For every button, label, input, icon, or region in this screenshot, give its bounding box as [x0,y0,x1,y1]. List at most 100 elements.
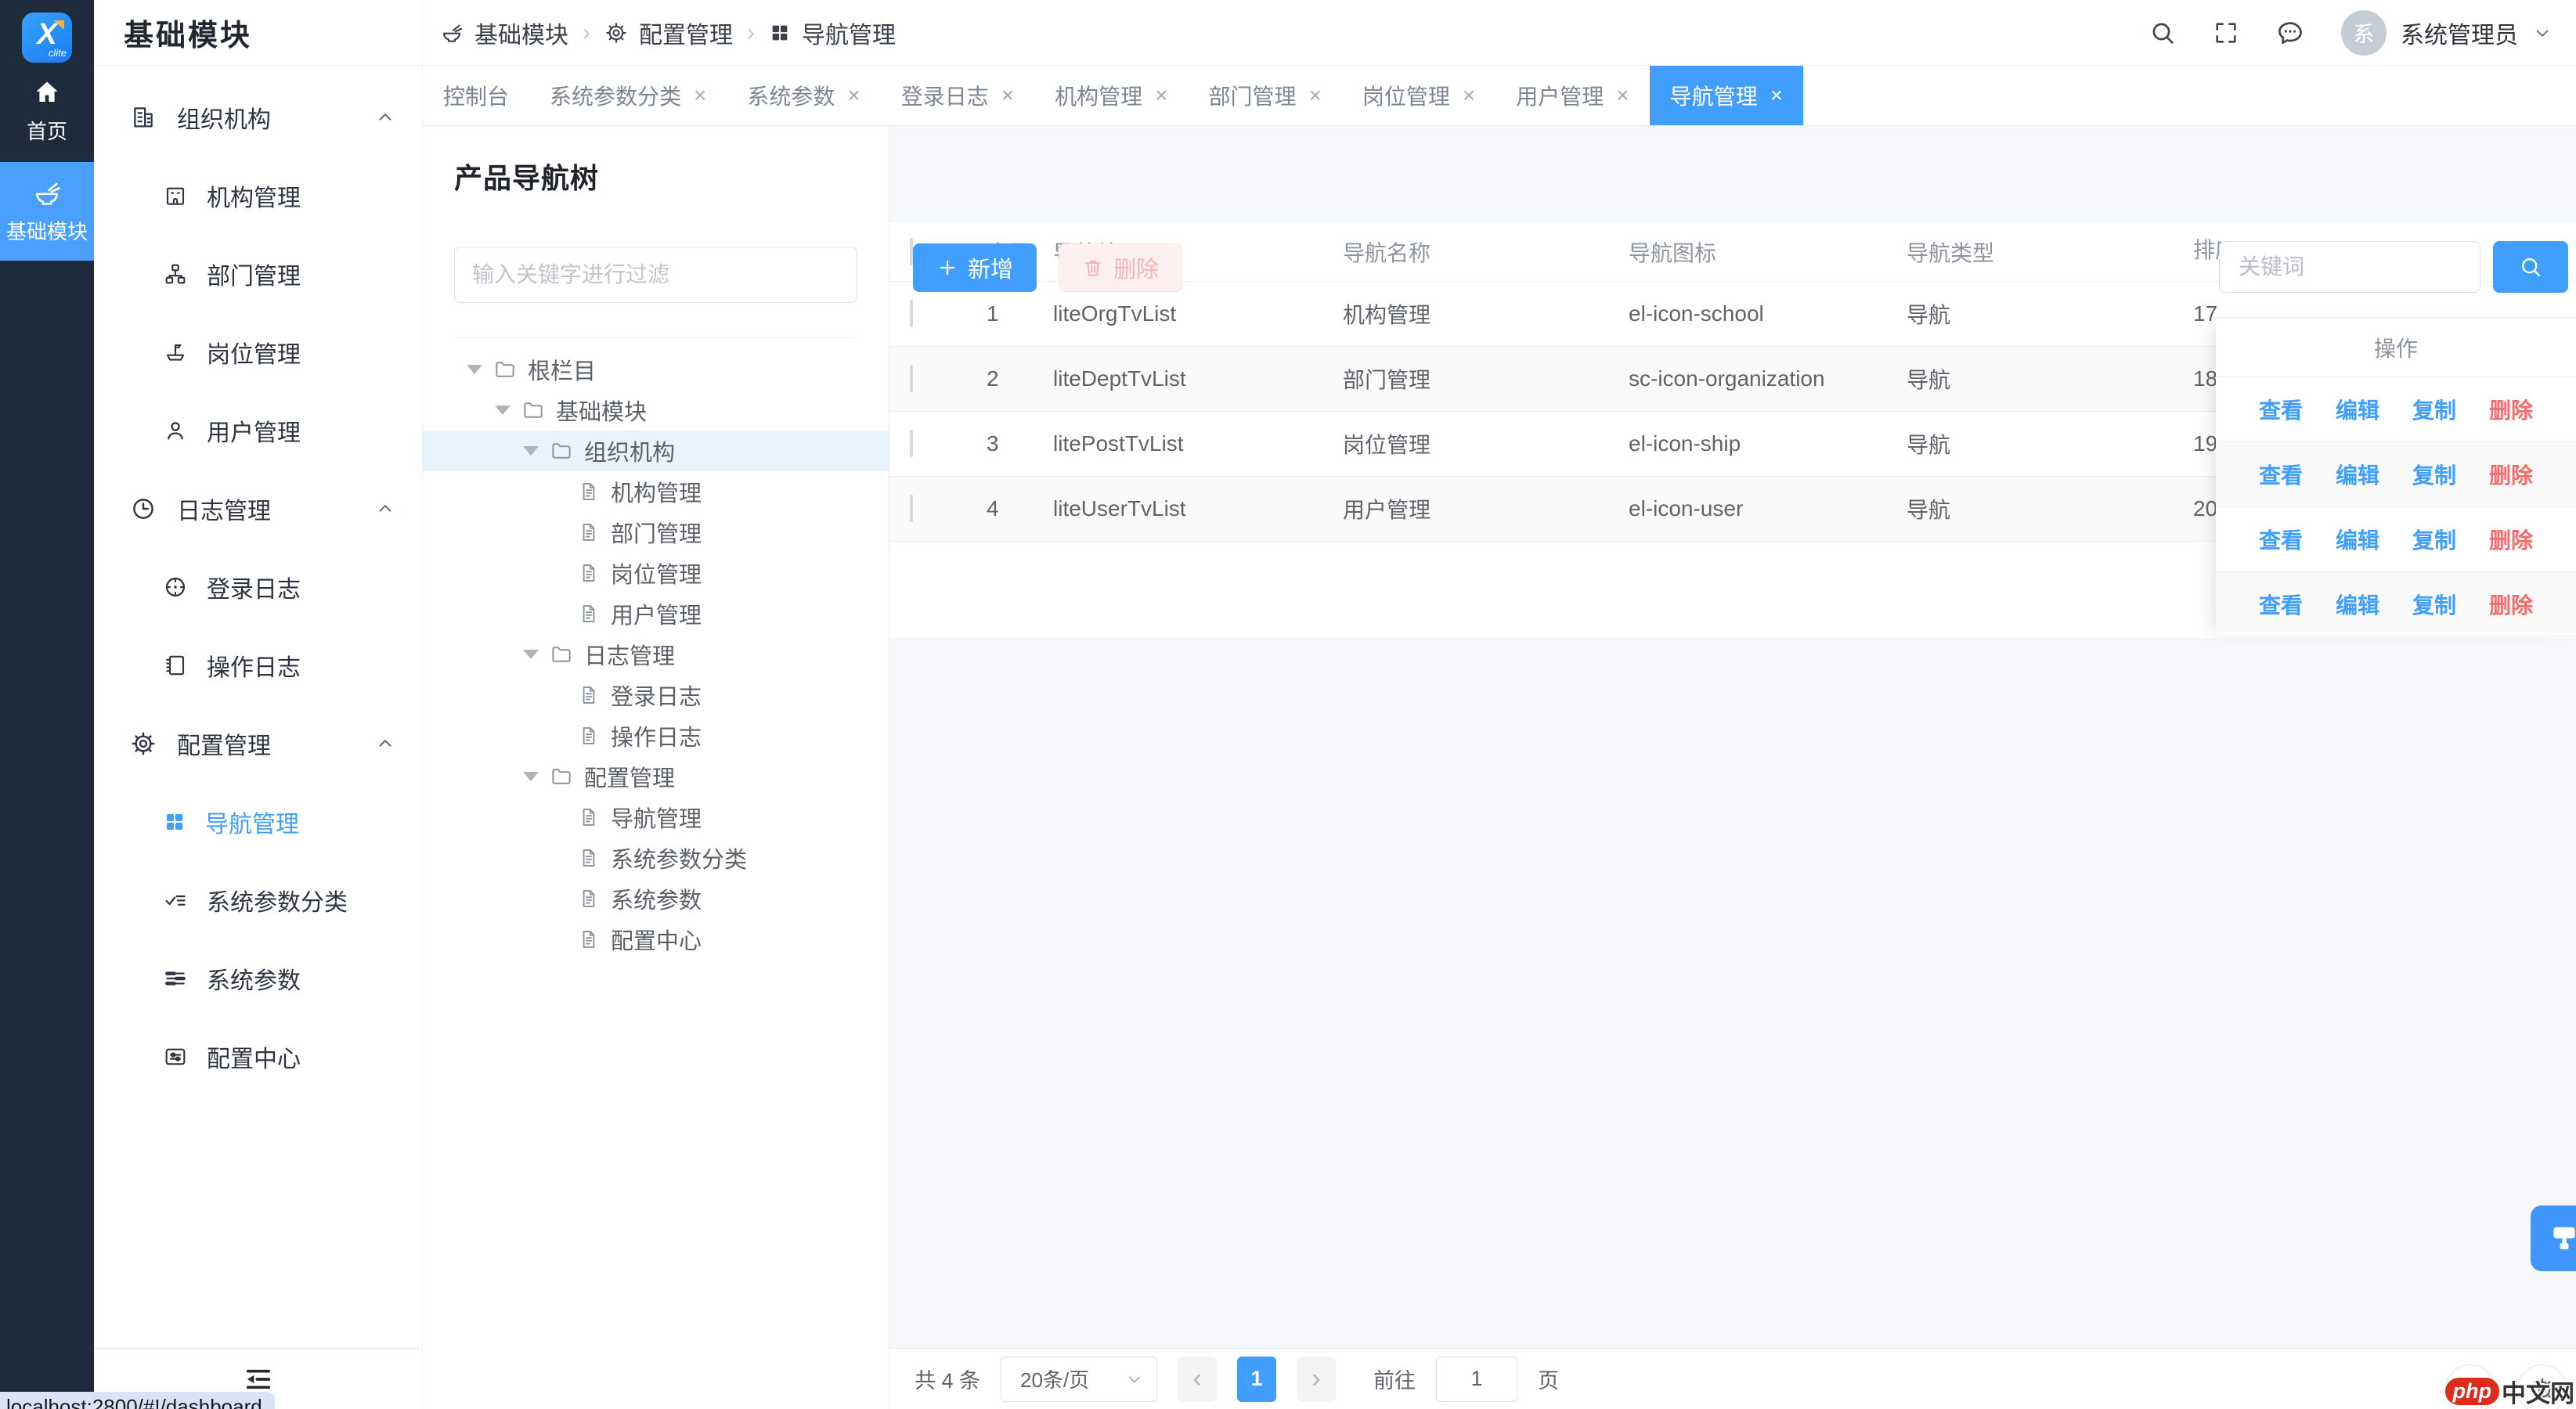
close-icon[interactable]: × [1770,85,1783,106]
delete-button[interactable]: 删除 [1059,243,1182,292]
caret-down-icon[interactable] [523,446,539,456]
tree-node-org[interactable]: 组织机构 [423,431,889,471]
row-checkbox[interactable] [910,365,913,392]
sidebar-group-log[interactable]: 日志管理 [94,470,422,548]
tree-node-user[interactable]: 用户管理 [423,593,889,634]
document-icon [578,684,600,706]
copy-link[interactable]: 复制 [2412,524,2456,555]
breadcrumb-item-nav[interactable]: 导航管理 [769,16,896,50]
rail-item-home[interactable]: 首页 [0,78,94,145]
tree-node-root[interactable]: 根栏目 [423,349,889,390]
rail-item-base-module[interactable]: 基础模块 [0,162,94,261]
sidebar-group-label: 配置管理 [177,726,271,761]
search-button[interactable] [2493,241,2568,293]
tab-department[interactable]: 部门管理× [1189,66,1342,125]
tree-node-config-center[interactable]: 配置中心 [423,919,889,960]
tab-institution[interactable]: 机构管理× [1034,66,1188,125]
breadcrumb-label: 基础模块 [474,16,568,50]
caret-down-icon[interactable] [467,365,482,374]
sidebar-item-user[interactable]: 用户管理 [94,391,422,470]
edit-link[interactable]: 编辑 [2336,524,2379,555]
breadcrumb-item-config[interactable]: 配置管理 [604,16,733,50]
current-page-button[interactable]: 1 [1237,1357,1276,1402]
delete-link[interactable]: 删除 [2489,589,2533,620]
delete-link[interactable]: 删除 [2489,394,2533,425]
collapse-sidebar-icon[interactable] [243,1364,274,1395]
search-icon[interactable] [2148,19,2177,47]
copy-link[interactable]: 复制 [2412,394,2456,425]
chevron-up-icon [375,733,395,754]
tab-user[interactable]: 用户管理 × [1495,66,1649,125]
tab-console[interactable]: 控制台 [423,66,529,125]
keyword-input[interactable] [2239,254,2461,279]
fullscreen-icon[interactable] [2213,20,2239,46]
tree-node-base-module[interactable]: 基础模块 [423,390,889,431]
sidebar-item-operation-log[interactable]: 操作日志 [94,626,422,704]
prev-page-button[interactable]: ‹ [1178,1357,1217,1402]
tree-node-login-log[interactable]: 登录日志 [423,675,889,715]
logo-subtext: clite [49,47,67,59]
tab-post[interactable]: 岗位管理× [1342,66,1495,125]
sidebar-item-param-category[interactable]: 系统参数分类 [94,861,422,939]
row-checkbox[interactable] [910,300,913,327]
caret-down-icon[interactable] [495,405,511,415]
tree-node-nav-management[interactable]: 导航管理 [423,797,889,838]
close-icon[interactable]: × [1155,85,1167,106]
tree-node-department[interactable]: 部门管理 [423,512,889,553]
sidebar-item-post[interactable]: 岗位管理 [94,313,422,391]
delete-link[interactable]: 删除 [2489,524,2533,555]
next-page-button[interactable]: › [1297,1357,1336,1402]
document-icon [578,725,600,747]
row-checkbox[interactable] [910,495,913,522]
view-link[interactable]: 查看 [2259,394,2303,425]
sidebar-item-config-center[interactable]: 配置中心 [94,1018,422,1096]
user-menu[interactable]: 系 系统管理员 [2341,10,2553,56]
view-link[interactable]: 查看 [2259,459,2303,490]
breadcrumb-item-base-module[interactable]: 基础模块 [440,16,568,50]
sidebar-group-org[interactable]: 组织机构 [94,78,422,157]
view-link[interactable]: 查看 [2259,589,2303,620]
sidebar-item-params[interactable]: 系统参数 [94,939,422,1018]
edit-link[interactable]: 编辑 [2336,459,2379,490]
tree-node-log[interactable]: 日志管理 [423,634,889,675]
goto-page-input[interactable] [1436,1357,1517,1402]
tree-node-params[interactable]: 系统参数 [423,878,889,919]
sidebar-item-login-log[interactable]: 登录日志 [94,548,422,626]
sidebar-item-department[interactable]: 部门管理 [94,235,422,313]
edit-link[interactable]: 编辑 [2336,589,2379,620]
sidebar-group-config[interactable]: 配置管理 [94,704,422,783]
sidebar-item-institution[interactable]: 机构管理 [94,157,422,235]
tree-filter-input[interactable] [472,262,839,287]
tab-label: 用户管理 [1516,80,1604,111]
caret-down-icon[interactable] [523,772,539,781]
message-icon[interactable] [2275,18,2305,48]
theme-button[interactable] [2531,1205,2576,1271]
tree-node-label: 组织机构 [584,434,675,467]
add-button[interactable]: 新增 [913,243,1037,292]
tab-login-log[interactable]: 登录日志× [881,66,1034,125]
sidebar-item-nav-management[interactable]: 导航管理 [94,783,422,861]
row-checkbox[interactable] [910,430,913,457]
caret-down-icon[interactable] [523,650,539,659]
tree-node-config[interactable]: 配置管理 [423,756,889,797]
tree-node-post[interactable]: 岗位管理 [423,553,889,593]
tree-node-operation-log[interactable]: 操作日志 [423,715,889,756]
view-link[interactable]: 查看 [2259,524,2303,555]
tab-param-category[interactable]: 系统参数分类× [529,66,727,125]
close-icon[interactable]: × [1616,85,1629,106]
close-icon[interactable]: × [1463,85,1475,106]
close-icon[interactable]: × [1001,85,1014,106]
tab-nav-management[interactable]: 导航管理× [1650,66,1803,125]
tree-node-institution[interactable]: 机构管理 [423,471,889,512]
page-size-select[interactable]: 20条/页 [1001,1357,1157,1402]
copy-link[interactable]: 复制 [2412,589,2456,620]
row-actions: 查看 编辑 复制 删除 [2216,507,2576,572]
edit-link[interactable]: 编辑 [2336,394,2379,425]
delete-link[interactable]: 删除 [2489,459,2533,490]
close-icon[interactable]: × [1309,85,1322,106]
copy-link[interactable]: 复制 [2412,459,2456,490]
tab-params[interactable]: 系统参数× [727,66,880,125]
tree-node-param-category[interactable]: 系统参数分类 [423,838,889,878]
close-icon[interactable]: × [847,85,860,106]
close-icon[interactable]: × [694,85,706,106]
